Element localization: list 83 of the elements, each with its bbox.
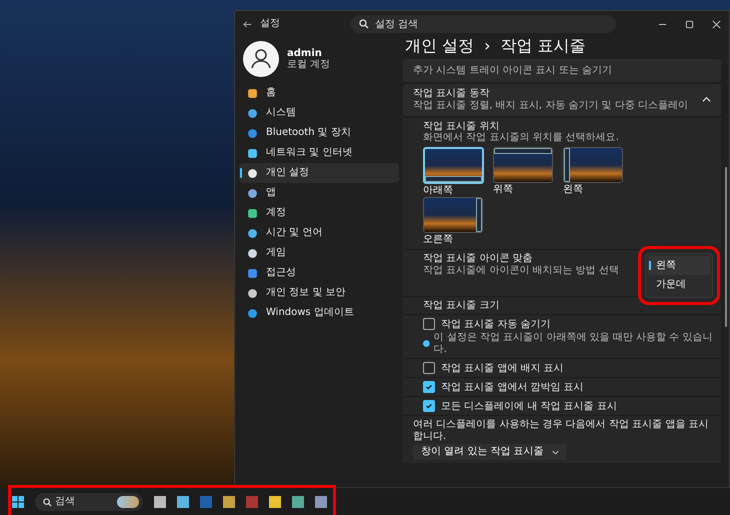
sidebar-item[interactable]: 개인 설정 — [239, 163, 399, 183]
sidebar-item[interactable]: Bluetooth 및 장치 — [239, 123, 399, 143]
page-title: 작업 표시줄 — [500, 37, 586, 56]
setting-title: 작업 표시줄 크기 — [423, 300, 500, 312]
nav-icon — [247, 148, 258, 158]
nav-icon — [247, 208, 258, 218]
chevron-down-icon — [552, 448, 559, 456]
search-field[interactable]: 설정 검색 — [351, 15, 616, 33]
checkbox[interactable] — [423, 318, 435, 330]
account-type: 로컬 계정 — [287, 59, 330, 70]
sidebar-item[interactable]: 개인 정보 및 보안 — [239, 283, 399, 303]
sidebar-item[interactable]: 시스템 — [239, 103, 399, 123]
nav-icon — [247, 128, 258, 138]
card-description: 추가 시스템 트레이 아이콘 표시 또는 숨기기 — [413, 65, 612, 76]
sidebar-item[interactable]: 앱 — [239, 183, 399, 203]
nav-icon — [247, 308, 258, 318]
sidebar-item[interactable]: 게임 — [239, 243, 399, 263]
nav-icon — [247, 88, 258, 98]
app-icon[interactable] — [269, 496, 281, 508]
section-header[interactable]: 작업 표시줄 동작 작업 표시줄 정렬, 배지 표시, 자동 숨기기 및 다중 디스플레이 — [403, 84, 721, 116]
option-label: 오른쪽 — [423, 234, 454, 246]
taskbar-position-thumbnail[interactable] — [423, 197, 483, 234]
checkbox[interactable] — [423, 400, 435, 412]
section-title: 작업 표시줄 동작 — [413, 88, 490, 100]
option-label: 위쪽 — [493, 184, 514, 196]
taskbar-position-thumbnail[interactable] — [563, 146, 623, 183]
setting-title: 작업 표시줄 위치 — [423, 120, 500, 132]
option-label: 왼쪽 — [563, 184, 584, 196]
app-icon[interactable] — [177, 496, 189, 508]
setting-description: 화면에서 작업 표시줄의 위치를 선택하세요. — [423, 132, 620, 144]
dropdown[interactable]: 창이 열려 있는 작업 표시줄 — [413, 444, 567, 460]
sidebar-item[interactable]: 홈 — [239, 83, 399, 103]
back-arrow-icon[interactable] — [243, 20, 252, 28]
taskbar-position-thumbnail[interactable] — [423, 146, 484, 184]
taskbar-preview — [476, 198, 482, 232]
checkbox-label: 작업 표시줄 앱에 배지 표시 — [441, 362, 564, 374]
app-icon[interactable] — [154, 496, 166, 508]
checkbox-label: 작업 표시줄 앱에서 깜박임 표시 — [441, 382, 584, 394]
check-icon — [425, 383, 433, 392]
user-name: admin — [287, 48, 323, 59]
nav-icon — [247, 248, 258, 258]
taskbar-position-thumbnail[interactable] — [493, 146, 553, 183]
checkbox-label: 작업 표시줄 자동 숨기기 — [441, 318, 551, 330]
section-description: 작업 표시줄 정렬, 배지 표시, 자동 숨기기 및 다중 디스플레이 — [413, 100, 688, 112]
info-note: 이 설정은 작업 표시줄이 아래쪽에 있을 때만 사용할 수 있습니다. — [434, 332, 713, 356]
nav-icon — [247, 168, 258, 178]
nav-icon — [247, 268, 258, 278]
menu-item[interactable]: 왼쪽 — [648, 256, 710, 276]
setting-title: 작업 표시줄 아이콘 맞춤 — [423, 252, 534, 264]
sidebar-item[interactable]: Windows 업데이트 — [239, 303, 399, 323]
nav-icon — [247, 288, 258, 298]
taskbar-preview — [564, 148, 570, 182]
avatar-icon — [243, 41, 279, 77]
close-icon[interactable] — [712, 20, 721, 28]
maximize-icon[interactable] — [685, 20, 694, 28]
info-icon — [423, 340, 430, 348]
windows-logo-icon[interactable] — [12, 496, 24, 508]
nav-icon — [247, 188, 258, 198]
window-title: 설정 — [260, 18, 280, 30]
checkbox[interactable] — [423, 381, 435, 394]
menu-item[interactable]: 가운데 — [648, 275, 710, 295]
sidebar-item[interactable]: 네트워크 및 인터넷 — [239, 143, 399, 163]
setting-description: 작업 표시줄에 아이콘이 배치되는 방법 선택 — [423, 265, 619, 277]
sidebar-item[interactable]: 접근성 — [239, 263, 399, 283]
breadcrumb-separator: › — [484, 37, 490, 56]
search-icon — [359, 19, 369, 29]
app-icon[interactable] — [315, 496, 327, 508]
chevron-icon[interactable] — [702, 95, 711, 104]
app-icon[interactable] — [292, 496, 304, 508]
checkbox[interactable] — [423, 362, 435, 374]
option-label: 아래쪽 — [423, 184, 454, 196]
nav-icon — [247, 108, 258, 118]
search-icon — [43, 498, 52, 506]
setting-description: 여러 디스플레이를 사용하는 경우 다음에서 작업 표시줄 앱을 표시합니다. — [413, 419, 710, 442]
check-icon — [425, 402, 433, 410]
nav-icon — [247, 228, 258, 238]
taskbar-preview — [494, 148, 552, 154]
checkbox-label: 모든 디스플레이에 내 작업 표시줄 표시 — [441, 400, 617, 412]
app-icon[interactable] — [223, 496, 235, 508]
breadcrumb-parent[interactable]: 개인 설정 — [405, 37, 474, 56]
sidebar-item[interactable]: 시간 및 언어 — [239, 223, 399, 243]
sidebar-item[interactable]: 계정 — [239, 203, 399, 223]
scrollbar[interactable] — [725, 167, 727, 327]
